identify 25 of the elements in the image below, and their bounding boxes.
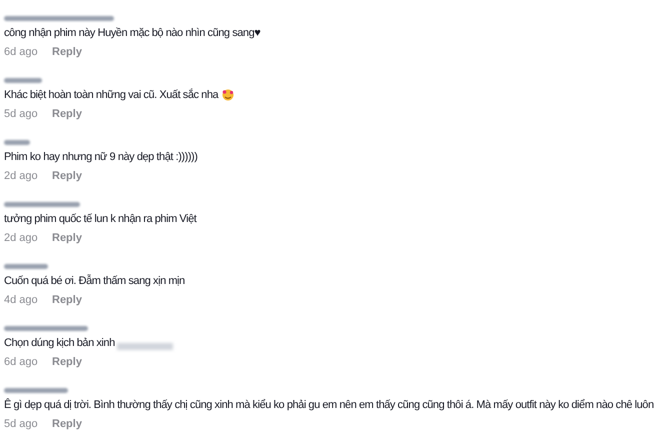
comment-time: 4d ago — [4, 293, 39, 308]
comment-text: tưởng phim quốc tế lun k nhận ra phim Việt — [4, 212, 196, 227]
comment-text: Phim ko hay nhưng nữ 9 này dẹp thật :)))))) — [4, 150, 198, 165]
comment-text: công nhận phim này Huyền mặc bộ nào nhìn cũng sang♥ — [4, 26, 260, 41]
reply-button[interactable]: Reply — [52, 354, 82, 370]
comment-time: 2d ago — [4, 231, 39, 246]
comment-time: 6d ago — [4, 45, 39, 60]
reply-button[interactable]: Reply — [52, 292, 82, 308]
comment-text: Ê gì dẹp quá dị trời. Bình thường thấy chị cũng xinh mà kiểu ko phải gu em nên em thấy cũng cũng thôi á. Mà mấy outfit này ko diểm nào chê luôn — [4, 397, 654, 413]
redacted-username — [4, 388, 68, 393]
redacted-username — [4, 264, 48, 269]
comment-time: 6d ago — [4, 355, 39, 370]
reply-button[interactable]: Reply — [52, 416, 82, 432]
comment-text: Khác biệt hoàn toàn những vai cũ. Xuất sắc nha — [4, 88, 218, 103]
reply-button[interactable]: Reply — [52, 106, 82, 122]
comment-time: 5d ago — [4, 417, 39, 432]
reply-button[interactable]: Reply — [52, 168, 82, 184]
comment-text: Chọn dúng kịch bản xinh — [4, 336, 115, 351]
comment-time: 5d ago — [4, 107, 39, 122]
comment-text: Cuốn quá bé ơi. Đẫm thấm sang xịn mịn — [4, 274, 185, 289]
comment-time: 2d ago — [4, 169, 39, 184]
redacted-username — [4, 140, 30, 145]
reply-button[interactable]: Reply — [52, 44, 82, 60]
reply-button[interactable]: Reply — [52, 230, 82, 246]
redacted-username — [4, 78, 42, 83]
